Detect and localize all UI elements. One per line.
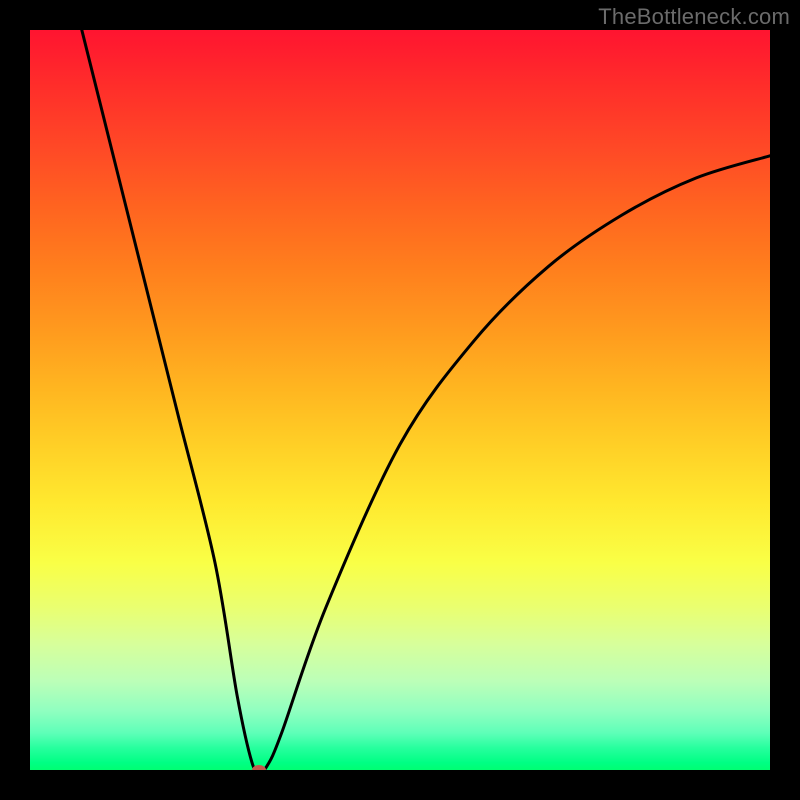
plot-area bbox=[30, 30, 770, 770]
minimum-marker bbox=[252, 765, 266, 770]
chart-frame: TheBottleneck.com bbox=[0, 0, 800, 800]
bottleneck-curve-path bbox=[82, 30, 770, 770]
watermark-text: TheBottleneck.com bbox=[598, 4, 790, 30]
curve-svg bbox=[30, 30, 770, 770]
